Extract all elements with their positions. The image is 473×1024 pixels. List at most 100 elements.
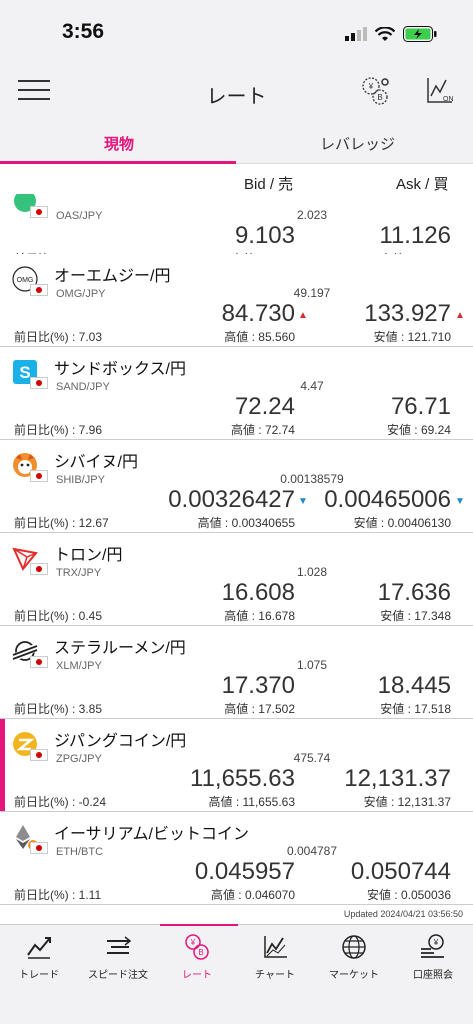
ask-down-arrow-icon: ▼ [455, 496, 465, 507]
high-price: 高値 : 11,655.63 [208, 795, 296, 809]
ask-column-header: Ask / 買 [396, 176, 449, 193]
rate-list[interactable]: OAS/JPY2.0239.10311.126前日比(%) : 0.67高値 :… [0, 194, 473, 918]
high-price: 高値 : 72.74 [230, 423, 295, 437]
rate-row[interactable]: Bイーサリアム/ビットコインETH/BTC0.0047870.0459570.0… [0, 812, 473, 905]
rate-icon: ¥ B [158, 931, 236, 963]
ask-price: 12,131.37 [344, 765, 451, 792]
bottom-tab-label: レート [182, 970, 212, 981]
trade-icon [0, 931, 78, 963]
ask-up-arrow-icon: ▲ [455, 310, 465, 321]
japan-flag-icon [30, 284, 48, 296]
day-change: 前日比(%) : 1.11 [14, 888, 102, 902]
battery-icon [403, 26, 437, 42]
bottom-tab-label: チャート [255, 970, 295, 981]
japan-flag-icon [30, 470, 48, 482]
ask-price: 133.927 [364, 300, 451, 327]
ask-price: 0.050744 [350, 858, 451, 885]
svg-text:B: B [198, 948, 203, 957]
rate-row[interactable]: OMG オーエムジー/円 OMG/JPY 49.197 84.730 133.927 ▲ ▲ 前… [0, 254, 473, 347]
bottom-tab-rate[interactable]: ¥ B レート [158, 931, 236, 981]
ask-price: 11.126 [379, 222, 451, 249]
chart-on-icon[interactable]: ON [424, 74, 456, 108]
status-bar: 3:56 [0, 0, 473, 68]
day-change: 前日比(%) : -0.24 [14, 795, 107, 809]
currency-name: オーエムジー/円 [54, 268, 171, 285]
signal-icon [345, 27, 367, 41]
currency-pair: OMG/JPY [56, 288, 106, 300]
svg-text:S: S [19, 363, 30, 382]
rate-row[interactable]: シバイヌ/円 SHIB/JPY 0.00138579 0.00326427 0.0046… [0, 440, 473, 533]
bottom-tab-label: スピード注文 [88, 970, 148, 981]
rate-row[interactable]: ステラルーメン/円 XLM/JPY 1.075 17.370 18.445 前日比(%) … [0, 626, 473, 719]
currency-pair: ETH/BTC [56, 846, 104, 858]
tab-spot[interactable]: 現物 [104, 133, 134, 154]
updated-timestamp: Updated 2024/04/21 03:56:50 [343, 909, 463, 919]
high-price: 高値 : 17.502 [224, 702, 295, 716]
currency-name: トロン/円 [54, 547, 123, 564]
japan-flag-icon [30, 656, 48, 668]
svg-text:B: B [377, 93, 382, 102]
high-price: 高値 : 16.678 [224, 609, 295, 623]
currency-pair: ZPG/JPY [56, 753, 102, 765]
spread-value: 0.00138579 [280, 472, 344, 486]
high-price: 高値 : 0.046070 [210, 888, 295, 902]
currency-name: ジパングコイン/円 [54, 733, 187, 750]
bottom-tab-market[interactable]: マーケット [315, 931, 393, 981]
page-title: レート [206, 86, 267, 108]
ask-price: 0.00465006 [324, 486, 451, 513]
tab-indicator [0, 161, 236, 164]
bid-price: 16.608 [221, 579, 295, 606]
status-icons [345, 26, 437, 42]
high-price: 高値 : 85.560 [224, 330, 295, 344]
tab-bar: 現物 レバレッジ [0, 130, 473, 164]
svg-text:¥: ¥ [433, 938, 439, 947]
japan-flag-icon [30, 377, 48, 389]
bottom-tab-account[interactable]: ¥ 口座照会 [394, 931, 472, 981]
low-price: 安値 : 121.710 [373, 330, 451, 344]
bottom-tab-label: 口座照会 [413, 970, 453, 981]
status-time: 3:56 [62, 20, 105, 43]
japan-flag-icon [30, 842, 48, 854]
currency-name: サンドボックス/円 [54, 361, 186, 378]
svg-text:¥: ¥ [368, 82, 374, 91]
bid-column-header: Bid / 売 [244, 176, 294, 193]
bid-price: 9.103 [234, 222, 295, 249]
currency-pair: TRX/JPY [56, 567, 102, 579]
tab-leverage[interactable]: レバレッジ [320, 133, 395, 154]
bottom-tab-label: マーケット [329, 970, 379, 981]
active-tab-indicator [160, 924, 238, 926]
currency-name: イーサリアム/ビットコイン [54, 826, 250, 843]
low-price: 安値 : 0.00406130 [353, 516, 451, 530]
currency-pair: OAS/JPY [56, 210, 103, 222]
bottom-tab-trade[interactable]: トレード [0, 931, 78, 981]
japan-flag-icon [30, 563, 48, 575]
japan-flag-icon [30, 749, 48, 761]
day-change: 前日比(%) : 7.96 [14, 423, 103, 437]
low-price: 安値 : 12,131.37 [363, 795, 451, 809]
bid-down-arrow-icon: ▼ [298, 496, 308, 507]
chart-icon [236, 931, 314, 963]
selected-row-marker [0, 719, 5, 811]
currency-name: ステラルーメン/円 [54, 640, 186, 657]
bid-price: 84.730 [221, 300, 295, 327]
rate-row[interactable]: ジパングコイン/円 ZPG/JPY 475.74 11,655.63 12,131.37… [0, 719, 473, 812]
low-price: 安値 : 17.348 [380, 609, 451, 623]
spread-value: 475.74 [293, 751, 331, 765]
low-price: 安値 : 17.518 [380, 702, 451, 716]
bottom-tab-label: トレード [19, 970, 59, 981]
rate-row[interactable]: トロン/円 TRX/JPY 1.028 16.608 17.636 前日比(%) : 0.… [0, 533, 473, 626]
low-price: 安値 : 69.24 [386, 423, 451, 437]
rate-row[interactable]: S サンドボックス/円 SAND/JPY 4.47 72.24 76.71 前日比(%) :… [0, 347, 473, 440]
navigation-bar: レート ¥ B ON [0, 68, 473, 130]
spread-value: 49.197 [293, 286, 331, 300]
bid-price: 0.045957 [194, 858, 295, 885]
bottom-tab-speed-order[interactable]: スピード注文 [79, 931, 157, 981]
bid-up-arrow-icon: ▲ [298, 310, 308, 321]
yen-bitcoin-settings-icon[interactable]: ¥ B [358, 74, 392, 108]
japan-flag-icon [30, 206, 48, 218]
speed-order-icon [79, 931, 157, 963]
low-price: 安値 : 0.050036 [366, 888, 451, 902]
bid-price: 0.00326427 [168, 486, 295, 513]
bottom-tab-chart[interactable]: チャート [236, 931, 314, 981]
day-change: 前日比(%) : 12.67 [14, 516, 109, 530]
